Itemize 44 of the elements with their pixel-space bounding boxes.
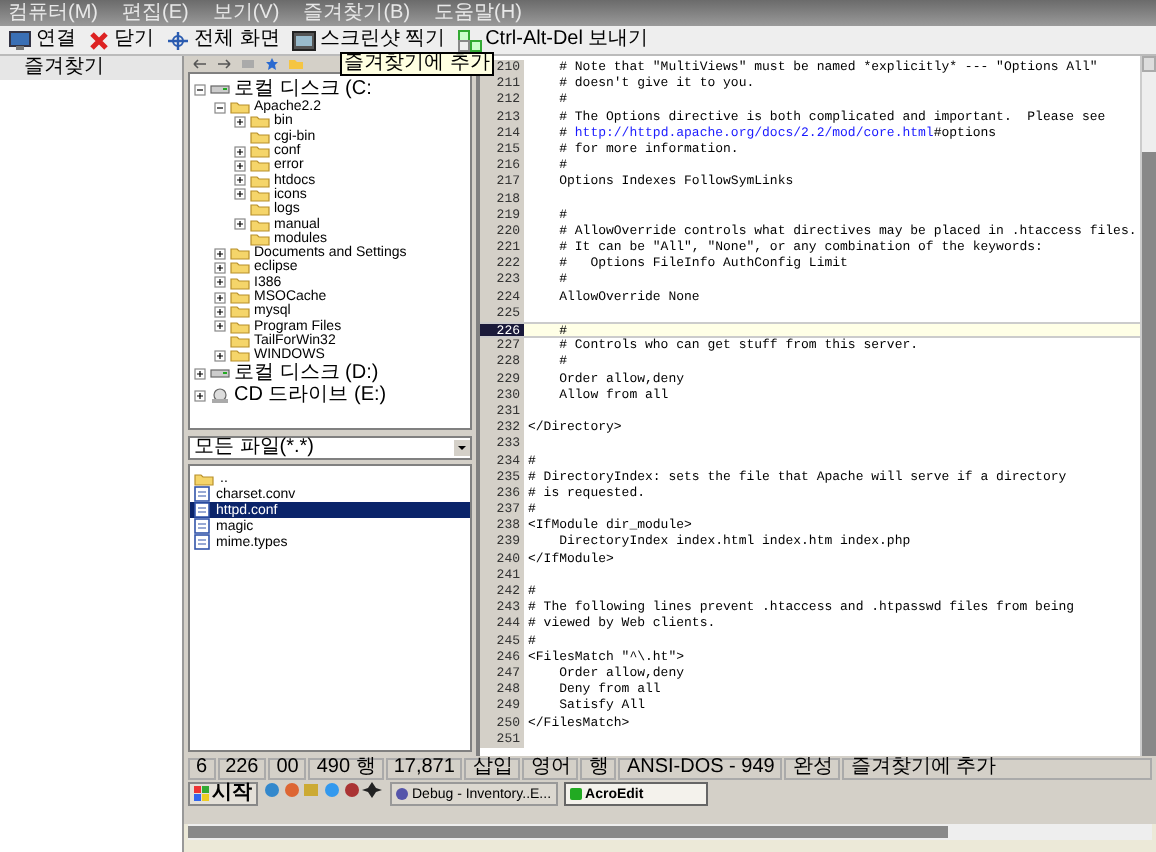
monitor-icon [8,29,32,51]
star-icon[interactable] [264,58,280,70]
windows-logo-icon [194,786,210,802]
toolbar-button[interactable]: 닫기 [88,29,154,51]
close-icon [88,29,110,51]
forward-icon[interactable] [216,58,232,70]
horizontal-scrollbar[interactable] [188,824,1152,840]
dropdown-arrow-icon [454,440,470,456]
collapse-icon[interactable] [194,83,206,95]
expand-icon[interactable] [214,305,226,318]
scrollbar[interactable] [1140,56,1156,756]
folder-icon [194,471,214,485]
collapse-icon[interactable] [214,101,226,114]
expand-icon[interactable] [234,218,246,231]
expand-icon[interactable] [234,188,246,201]
expand-icon[interactable] [214,291,226,303]
expand-icon[interactable] [234,174,246,187]
back-icon[interactable] [192,58,208,70]
expand-icon[interactable] [214,261,226,274]
expand-icon[interactable] [214,349,226,362]
toolbar-button[interactable]: 연결 [8,29,76,51]
start-button[interactable]: 시작 [188,782,258,806]
tree-item[interactable]: CD 드라이브 (E:) [234,385,387,406]
panel-header: 즐겨찾기 [0,56,182,80]
toolbar-button[interactable]: 스크린샷 찍기 [291,29,446,51]
status-cell: 즐겨찾기에 추가 [842,757,1152,779]
drive-icon [210,82,230,96]
expand-icon[interactable] [194,367,206,380]
expand-icon[interactable] [234,159,246,172]
expand-icon[interactable] [234,145,246,158]
expand-icon[interactable] [214,320,226,333]
expand-icon[interactable] [194,389,206,402]
drive-icon [210,366,230,381]
tree-item[interactable]: 로컬 디스크 (C: [234,79,372,99]
quick-launch-icons[interactable] [264,782,384,798]
filter-dropdown[interactable]: 모든 파일(*.*) [188,436,472,460]
expand-icon[interactable] [214,247,226,260]
expand-icon[interactable] [234,115,246,128]
cd-drive-icon [210,387,230,404]
toolbar-button[interactable]: Ctrl-Alt-Del 보내기 [457,29,649,51]
screen-icon [291,29,316,51]
tree-item[interactable]: 로컬 디스크 (D:) [234,363,379,384]
expand-icon[interactable] [214,276,226,289]
toolbar-button[interactable]: 전체 화면 [166,29,280,51]
